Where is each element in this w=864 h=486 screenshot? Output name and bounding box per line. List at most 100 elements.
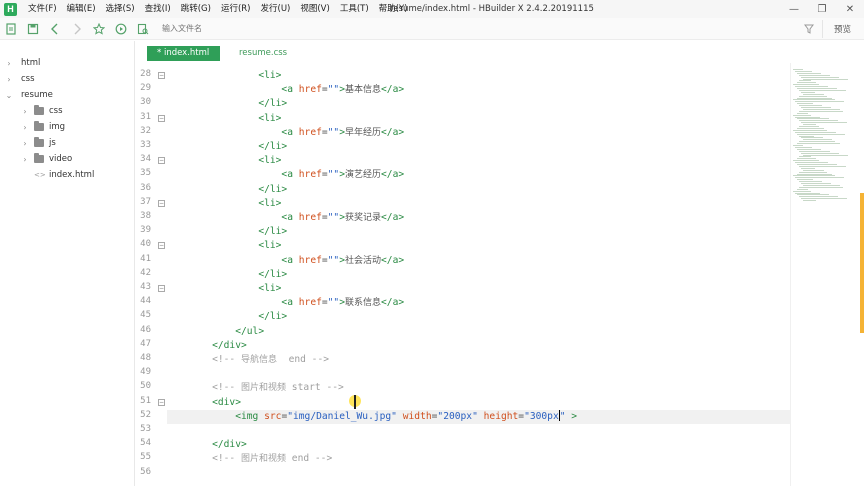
- line-number: 43: [140, 282, 151, 292]
- minimap-line: [793, 99, 835, 101]
- code-line[interactable]: <a href="">早年经历</a>: [189, 126, 404, 140]
- fold-toggle-icon[interactable]: −: [158, 199, 165, 207]
- fold-toggle-icon[interactable]: −: [158, 285, 165, 292]
- code-line[interactable]: <a href="">联系信息</a>: [189, 296, 404, 310]
- code-line[interactable]: </li>: [189, 97, 287, 111]
- code-line[interactable]: <div>: [189, 396, 241, 410]
- line-number: 37: [140, 196, 151, 207]
- file-search-input[interactable]: [162, 24, 722, 33]
- tab-resume-css[interactable]: resume.css: [229, 46, 297, 61]
- code-line[interactable]: </li>: [189, 225, 287, 239]
- scrollbar-thumb[interactable]: [860, 193, 864, 333]
- minimap-line: [795, 86, 828, 88]
- fold-toggle-icon[interactable]: −: [158, 114, 165, 122]
- code-line[interactable]: <!-- 图片和视频 start -->: [189, 381, 344, 395]
- menu-item[interactable]: 选择(S): [101, 0, 140, 18]
- folder-icon: [34, 121, 44, 131]
- code-line[interactable]: <!-- 图片和视频 end -->: [189, 452, 332, 466]
- minimap-line: [801, 76, 839, 78]
- code-line[interactable]: <li>: [189, 197, 281, 211]
- minimap-line: [799, 181, 822, 183]
- close-icon[interactable]: ✕: [836, 0, 864, 18]
- chevron-right-icon[interactable]: ›: [20, 107, 30, 116]
- minimap[interactable]: [790, 63, 864, 486]
- code-line[interactable]: <li>: [189, 154, 281, 168]
- code-line[interactable]: </li>: [189, 140, 287, 154]
- chevron-right-icon[interactable]: ›: [20, 155, 30, 164]
- line-number: 54: [140, 438, 151, 449]
- new-file-icon[interactable]: [0, 18, 22, 40]
- menu-item[interactable]: 帮助(Y): [374, 0, 413, 18]
- fold-toggle-icon[interactable]: −: [158, 398, 165, 406]
- back-icon[interactable]: [44, 18, 66, 40]
- tree-item[interactable]: › img: [0, 119, 134, 135]
- run-icon[interactable]: [110, 18, 132, 40]
- html-file-icon: <>: [34, 171, 46, 179]
- chevron-down-icon[interactable]: ⌄: [4, 91, 14, 100]
- code-line[interactable]: <a href="">演艺经历</a>: [189, 168, 404, 182]
- preview-button[interactable]: 预览: [822, 20, 862, 38]
- menu-item[interactable]: 文件(F): [23, 0, 62, 18]
- restore-icon[interactable]: ❐: [808, 0, 836, 18]
- chevron-right-icon[interactable]: ›: [20, 139, 30, 148]
- tree-item[interactable]: › css: [0, 103, 134, 119]
- code-line[interactable]: <!-- 导航信息 end -->: [189, 353, 329, 367]
- star-icon[interactable]: [88, 18, 110, 40]
- menu-item[interactable]: 发行(U): [256, 0, 296, 18]
- tree-item[interactable]: <> index.html: [0, 167, 134, 183]
- minimap-line: [803, 200, 816, 202]
- minimap-line: [793, 129, 827, 131]
- line-number: 48: [140, 353, 151, 363]
- minimap-line: [799, 95, 827, 97]
- chevron-right-icon[interactable]: ›: [4, 75, 14, 84]
- menu-item[interactable]: 查找(I): [140, 0, 176, 18]
- fold-toggle-icon[interactable]: −: [158, 157, 165, 165]
- code-editor[interactable]: 28− <li> 29 <a href="">基本信息</a> 30 </li> 31…: [135, 63, 790, 486]
- code-line[interactable]: <li>: [189, 239, 281, 253]
- chevron-right-icon[interactable]: ›: [4, 59, 14, 68]
- tree-item[interactable]: › video: [0, 151, 134, 167]
- code-line[interactable]: <li>: [189, 69, 281, 83]
- line-number: 36: [140, 182, 151, 193]
- line-number: 55: [140, 452, 151, 463]
- menu-item[interactable]: 工具(T): [335, 0, 374, 18]
- minimap-line: [799, 80, 811, 82]
- forward-icon[interactable]: [66, 18, 88, 40]
- code-line[interactable]: </li>: [189, 268, 287, 282]
- tree-item[interactable]: › html: [0, 55, 134, 71]
- tree-item[interactable]: › css: [0, 71, 134, 87]
- code-line[interactable]: <a href="">获奖记录</a>: [189, 211, 404, 225]
- tree-item[interactable]: › js: [0, 135, 134, 151]
- tree-item[interactable]: ⌄ resume: [0, 87, 134, 103]
- fold-toggle-icon[interactable]: −: [158, 72, 165, 79]
- code-line[interactable]: </div>: [189, 438, 247, 452]
- minimize-icon[interactable]: —: [780, 0, 808, 18]
- filter-icon[interactable]: [800, 18, 818, 40]
- line-number: 46: [140, 324, 151, 335]
- code-line[interactable]: </li>: [189, 310, 287, 324]
- save-icon[interactable]: [22, 18, 44, 40]
- menu-item[interactable]: 视图(V): [295, 0, 334, 18]
- code-line[interactable]: <a href="">基本信息</a>: [189, 83, 404, 97]
- code-line[interactable]: </li>: [189, 183, 287, 197]
- fold-toggle-icon[interactable]: −: [158, 242, 165, 250]
- code-line[interactable]: <img src="img/Daniel_Wu.jpg" width="200p…: [189, 410, 577, 424]
- code-line[interactable]: <li>: [189, 112, 281, 126]
- code-line[interactable]: <li>: [189, 282, 281, 296]
- minimap-line: [795, 146, 812, 148]
- menu-item[interactable]: 编辑(E): [62, 0, 101, 18]
- minimap-line: [797, 188, 808, 190]
- tab-index-html[interactable]: * index.html: [147, 46, 220, 61]
- code-line[interactable]: </div>: [189, 339, 247, 353]
- minimap-line: [803, 108, 840, 110]
- minimap-line: [799, 165, 846, 167]
- menu-item[interactable]: 跳转(G): [176, 0, 216, 18]
- minimap-line: [799, 156, 811, 158]
- chevron-right-icon[interactable]: ›: [20, 123, 30, 132]
- minimap-line: [799, 105, 822, 107]
- browser-preview-icon[interactable]: [132, 18, 154, 40]
- code-line[interactable]: </ul>: [189, 325, 264, 339]
- code-line[interactable]: <a href="">社会活动</a>: [189, 254, 404, 268]
- minimap-line: [801, 122, 847, 124]
- menu-item[interactable]: 运行(R): [216, 0, 256, 18]
